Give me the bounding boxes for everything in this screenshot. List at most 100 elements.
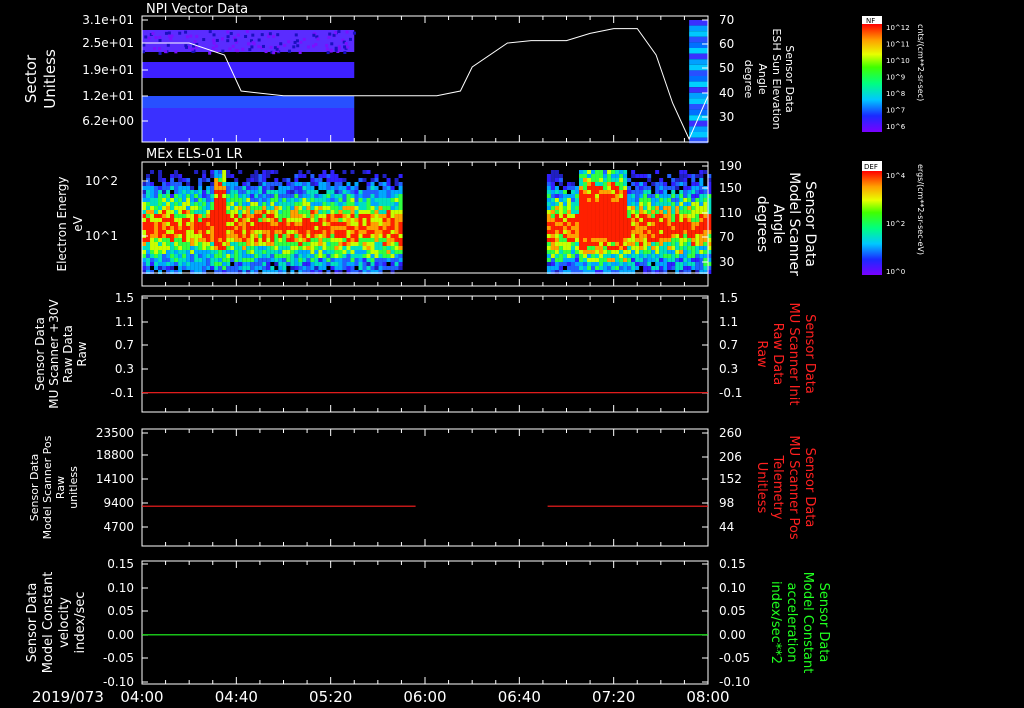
spectrogram-cell: [398, 242, 403, 246]
spectrogram-cell: [302, 222, 307, 226]
spectrogram-cell: [350, 186, 355, 190]
spectrogram-cell: [262, 226, 267, 230]
spectrogram-cell: [154, 238, 159, 242]
spectrogram-cell: [619, 182, 624, 186]
spectrogram-cell: [230, 186, 235, 190]
spectrogram-cell: [667, 202, 672, 206]
spectrogram-cell: [699, 194, 704, 198]
spectrogram-cell: [282, 210, 287, 214]
y-tick-label: 9400: [103, 496, 134, 510]
spectrogram-cell: [679, 202, 684, 206]
spectrogram-cell: [326, 250, 331, 254]
spectrogram-cell: [286, 194, 291, 198]
spectrogram-cell: [699, 242, 704, 246]
spectrogram-cell: [270, 254, 275, 258]
spectrogram-cell: [631, 182, 636, 186]
spectrogram-cell: [663, 186, 668, 190]
spectrogram-cell: [695, 246, 700, 250]
spectrogram-cell: [214, 198, 219, 202]
spectrogram-cell: [242, 258, 247, 262]
spectrogram-cell: [607, 210, 612, 214]
spectrogram-cell: [226, 222, 231, 226]
spectrogram-cell: [234, 198, 239, 202]
right-tick-label: 60: [719, 37, 734, 51]
spectrogram-cell: [210, 258, 215, 262]
spectrogram-cell: [258, 194, 263, 198]
spectrogram-cell: [310, 254, 315, 258]
spectrogram-cell: [186, 254, 191, 258]
spectrogram-cell: [254, 258, 259, 262]
heatmap-cell: [215, 44, 219, 48]
spectrogram-cell: [246, 218, 251, 222]
spectrogram-cell: [218, 222, 223, 226]
spectrogram-cell: [158, 226, 163, 230]
spectrogram-cell: [166, 182, 171, 186]
spectrogram-cell: [218, 258, 223, 262]
spectrogram-cell: [282, 218, 287, 222]
spectrogram-cell: [338, 258, 343, 262]
heatmap-cell: [272, 51, 276, 55]
spectrogram-cell: [278, 234, 283, 238]
colorbar-ticks: 10^410^210^0: [886, 172, 906, 276]
spectrogram-cell: [226, 202, 231, 206]
y-tick-label: 2.5e+01: [82, 36, 134, 50]
spectrogram-cell: [226, 198, 231, 202]
spectrogram-cell: [218, 246, 223, 250]
spectrogram-cell: [566, 266, 571, 270]
spectrogram-cell: [554, 210, 559, 214]
spectrogram-cell: [354, 210, 359, 214]
spectrogram-cell: [366, 246, 371, 250]
spectrogram-cell: [314, 230, 319, 234]
spectrogram-cell: [651, 230, 656, 234]
spectrogram-cell: [687, 242, 692, 246]
spectrogram-cell: [314, 202, 319, 206]
spectrogram-cell: [687, 218, 692, 222]
spectrogram-cell: [186, 178, 191, 182]
spectrogram-cell: [218, 170, 223, 174]
spectrogram-cell: [342, 178, 347, 182]
spectrogram-cell: [366, 254, 371, 258]
spectrogram-cell: [627, 222, 632, 226]
spectrogram-cell: [667, 174, 672, 178]
spectrogram-cell: [214, 186, 219, 190]
spectrogram-cell: [562, 206, 567, 210]
date-label: 2019/073: [32, 688, 104, 706]
spectrogram-cell: [370, 182, 375, 186]
spectrogram-cell: [546, 174, 551, 178]
spectrogram-cell: [202, 234, 207, 238]
spectrogram-cell: [206, 226, 211, 230]
left-axis-label: Model Scanner Pos: [41, 435, 54, 539]
spectrogram-cell: [290, 230, 295, 234]
spectrogram-cell: [322, 246, 327, 250]
spectrogram-cell: [558, 214, 563, 218]
spectrogram-cell: [294, 246, 299, 250]
spectrogram-cell: [170, 182, 175, 186]
heatmap-cell: [276, 33, 280, 37]
spectrogram-cell: [354, 194, 359, 198]
spectrogram-cell: [294, 234, 299, 238]
heatmap-cell: [226, 39, 230, 43]
spectrogram-cell: [146, 250, 151, 254]
spectrogram-cell: [386, 182, 391, 186]
heatmap-cell: [689, 126, 708, 132]
spectrogram-cell: [162, 194, 167, 198]
spectrogram-cell: [635, 190, 640, 194]
spectrogram-cell: [210, 206, 215, 210]
spectrogram-cell: [266, 182, 271, 186]
spectrogram-cell: [254, 238, 259, 242]
spectrogram-cell: [306, 250, 311, 254]
spectrogram-cell: [663, 250, 668, 254]
right-axis-label: Sensor Data: [802, 181, 818, 267]
spectrogram-cell: [146, 182, 151, 186]
spectrogram-cell: [282, 246, 287, 250]
spectrogram-cell: [226, 266, 231, 270]
spectrogram-cell: [330, 202, 335, 206]
spectrogram-cell: [675, 250, 680, 254]
spectrogram-cell: [647, 186, 652, 190]
spectrogram-cell: [366, 186, 371, 190]
spectrogram-cell: [647, 178, 652, 182]
spectrogram-cell: [338, 190, 343, 194]
spectrogram-cell: [679, 178, 684, 182]
spectrogram-cell: [234, 254, 239, 258]
spectrogram-cell: [683, 258, 688, 262]
